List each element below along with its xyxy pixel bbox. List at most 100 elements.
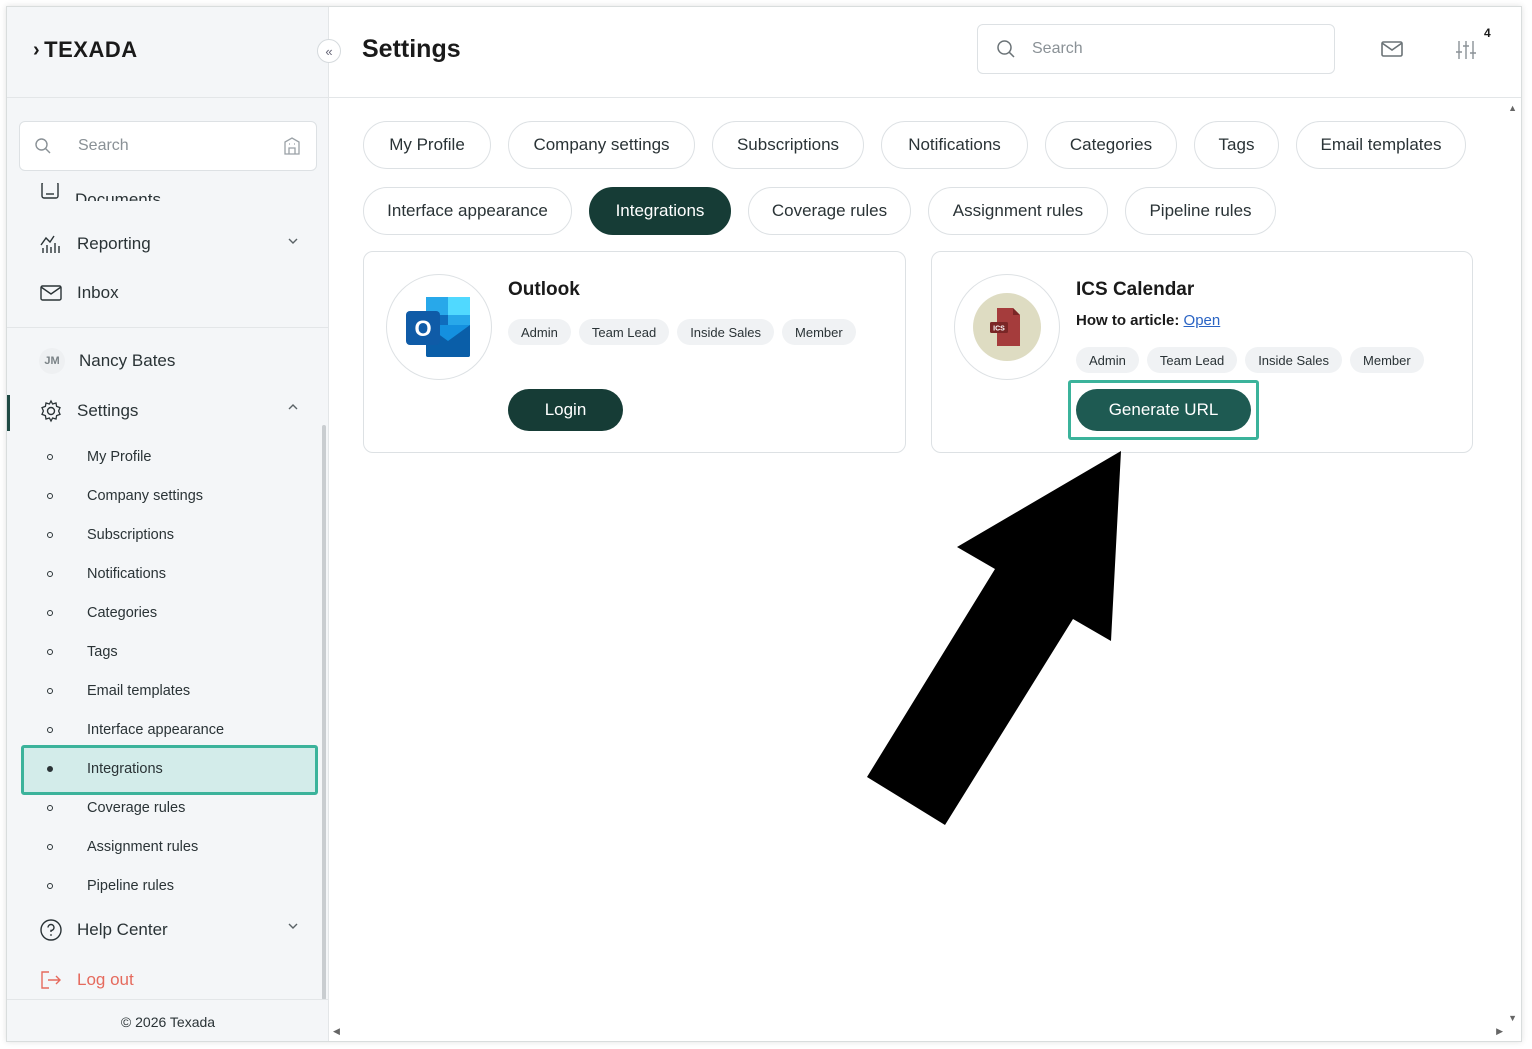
chevron-down-icon[interactable] xyxy=(287,920,299,932)
logout-icon xyxy=(41,971,61,989)
sidebar-scrollbar[interactable] xyxy=(322,425,326,1000)
notification-badge: 4 xyxy=(1484,26,1491,40)
sidebar-item-label: Reporting xyxy=(77,234,151,253)
sub-item-label: Coverage rules xyxy=(87,800,186,816)
mail-icon xyxy=(40,285,62,301)
bullet xyxy=(47,454,53,460)
building-icon[interactable] xyxy=(282,136,302,156)
sidebar-item-inbox[interactable]: Inbox xyxy=(39,283,119,303)
outlook-integration-card: O Outlook Admin Team Lead Inside Sales M… xyxy=(363,251,906,453)
sidebar-item-help-center[interactable]: Help Center xyxy=(39,918,298,942)
bullet xyxy=(47,571,53,577)
svg-text:O: O xyxy=(414,316,431,341)
sidebar-sub-company-settings[interactable]: Company settings xyxy=(47,488,203,504)
tab-company-settings[interactable]: Company settings xyxy=(508,121,695,169)
sidebar-item-settings[interactable]: Settings xyxy=(39,399,298,423)
brand-name: TEXADA xyxy=(44,37,138,62)
scroll-up-arrow[interactable]: ▲ xyxy=(1508,103,1517,113)
sidebar-sub-notifications[interactable]: Notifications xyxy=(47,566,166,582)
filters-button[interactable] xyxy=(1453,37,1479,63)
sidebar-sub-coverage-rules[interactable]: Coverage rules xyxy=(47,800,185,816)
scroll-left-arrow[interactable]: ◀ xyxy=(333,1026,340,1037)
tab-tags[interactable]: Tags xyxy=(1194,121,1279,169)
collapse-sidebar-button[interactable]: « xyxy=(317,39,341,63)
sidebar-sub-interface-appearance[interactable]: Interface appearance xyxy=(47,722,224,738)
app-window: › TEXADA Search Documents Reporting Inbo… xyxy=(6,6,1522,1042)
bullet xyxy=(47,649,53,655)
sidebar-item-documents[interactable]: Documents xyxy=(39,183,161,201)
divider xyxy=(7,97,329,98)
sidebar-item-label: Settings xyxy=(77,401,139,420)
top-header: Settings Search 4 xyxy=(329,7,1521,98)
sidebar-sub-email-templates[interactable]: Email templates xyxy=(47,683,190,699)
ics-integration-card: ICS ICS Calendar How to article: Open Ad… xyxy=(931,251,1473,453)
sidebar-item-label: Help Center xyxy=(77,920,168,939)
outlook-logo: O xyxy=(386,274,492,380)
sub-item-label: Company settings xyxy=(87,488,204,504)
sidebar-sub-integrations[interactable]: Integrations xyxy=(47,761,163,777)
role-chip: Inside Sales xyxy=(677,319,775,345)
mail-button[interactable] xyxy=(1379,37,1405,61)
sidebar-sub-pipeline-rules[interactable]: Pipeline rules xyxy=(47,878,174,894)
gear-icon xyxy=(41,399,61,423)
tab-subscriptions[interactable]: Subscriptions xyxy=(712,121,864,169)
help-icon xyxy=(40,919,62,941)
sidebar-user[interactable]: JM Nancy Bates xyxy=(39,348,175,374)
sidebar-item-reporting[interactable]: Reporting xyxy=(39,233,298,255)
sidebar-item-label: Documents xyxy=(75,190,161,201)
sidebar-sub-assignment-rules[interactable]: Assignment rules xyxy=(47,839,198,855)
sub-item-label: Tags xyxy=(87,644,118,660)
ics-logo: ICS xyxy=(954,274,1060,380)
brand-chevron-icon: › xyxy=(33,38,41,61)
sub-item-label: Email templates xyxy=(87,683,191,699)
logout-button[interactable]: Log out xyxy=(39,969,134,991)
document-icon xyxy=(41,183,59,199)
sidebar-sub-subscriptions[interactable]: Subscriptions xyxy=(47,527,174,543)
tab-email-templates[interactable]: Email templates xyxy=(1296,121,1466,169)
avatar: JM xyxy=(39,348,65,374)
sub-item-label: Assignment rules xyxy=(87,839,199,855)
bullet xyxy=(47,727,53,733)
bullet xyxy=(47,688,53,694)
ics-title: ICS Calendar xyxy=(1076,279,1195,300)
chart-icon xyxy=(40,235,60,253)
brand-logo[interactable]: › TEXADA xyxy=(33,37,138,63)
outlook-login-button[interactable]: Login xyxy=(508,389,623,431)
sidebar-sub-tags[interactable]: Tags xyxy=(47,644,118,660)
logout-label: Log out xyxy=(77,970,134,989)
tab-coverage-rules[interactable]: Coverage rules xyxy=(748,187,911,235)
tab-notifications[interactable]: Notifications xyxy=(881,121,1028,169)
scroll-right-arrow[interactable]: ▶ xyxy=(1496,1026,1503,1037)
sub-item-label: Integrations xyxy=(87,761,163,777)
sidebar-search-input[interactable]: Search xyxy=(19,121,317,171)
annotation-arrow xyxy=(867,451,1121,825)
search-icon xyxy=(997,40,1015,58)
sidebar-sub-categories[interactable]: Categories xyxy=(47,605,157,621)
sub-item-label: My Profile xyxy=(87,449,152,465)
howto-open-link[interactable]: Open xyxy=(1184,312,1221,329)
generate-url-button[interactable]: Generate URL xyxy=(1076,389,1251,431)
role-chip: Member xyxy=(782,319,856,345)
header-search-input[interactable]: Search xyxy=(977,24,1335,74)
search-icon xyxy=(35,138,51,154)
tab-interface-appearance[interactable]: Interface appearance xyxy=(363,187,572,235)
tab-assignment-rules[interactable]: Assignment rules xyxy=(928,187,1108,235)
divider xyxy=(7,327,329,328)
page-title: Settings xyxy=(362,35,461,63)
user-name: Nancy Bates xyxy=(79,351,176,370)
footer: © 2026 Texada xyxy=(7,999,329,1041)
role-chips: Admin Team Lead Inside Sales Member xyxy=(508,319,856,345)
tab-my-profile[interactable]: My Profile xyxy=(363,121,491,169)
chevron-up-icon[interactable] xyxy=(287,401,299,413)
tab-categories[interactable]: Categories xyxy=(1045,121,1177,169)
sidebar: › TEXADA Search Documents Reporting Inbo… xyxy=(7,7,329,1041)
scroll-down-arrow[interactable]: ▼ xyxy=(1508,1013,1517,1023)
outlook-title: Outlook xyxy=(508,279,580,300)
sidebar-sub-my-profile[interactable]: My Profile xyxy=(47,449,151,465)
sub-item-label: Interface appearance xyxy=(87,722,225,738)
role-chip: Team Lead xyxy=(578,319,670,345)
tab-pipeline-rules[interactable]: Pipeline rules xyxy=(1125,187,1276,235)
sub-item-label: Categories xyxy=(87,605,158,621)
tab-integrations[interactable]: Integrations xyxy=(589,187,731,235)
chevron-down-icon[interactable] xyxy=(287,235,299,247)
